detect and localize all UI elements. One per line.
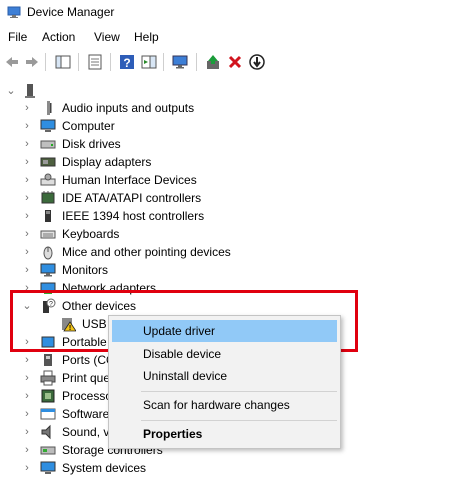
action-pane-icon[interactable] — [140, 53, 158, 71]
menu-item-update-driver[interactable]: Update driver — [112, 320, 337, 342]
tree-item[interactable]: › Computer — [0, 117, 453, 135]
network-adapter-icon — [40, 282, 56, 294]
show-hide-console-tree-icon[interactable] — [54, 53, 72, 71]
properties-sheet-icon[interactable] — [86, 53, 104, 71]
chevron-down-icon[interactable]: ⌄ — [22, 297, 32, 315]
uninstall-x-icon[interactable] — [226, 53, 244, 71]
printer-icon — [40, 370, 56, 386]
chevron-right-icon[interactable]: › — [22, 207, 32, 225]
chevron-right-icon[interactable]: › — [22, 153, 32, 171]
menu-bar: File Action View Help — [0, 28, 453, 48]
chevron-right-icon[interactable]: › — [22, 333, 32, 351]
chevron-right-icon[interactable]: › — [22, 441, 32, 459]
sound-icon — [41, 424, 51, 440]
port-icon — [44, 354, 52, 366]
menu-item-properties[interactable]: Properties — [112, 423, 337, 445]
warning-device-icon: ! — [62, 318, 76, 332]
mouse-icon — [43, 246, 53, 260]
tree-item[interactable]: › Display adapters — [0, 153, 453, 171]
computer-icon — [40, 119, 56, 132]
menu-action[interactable]: Action — [42, 30, 75, 44]
ieee1394-icon — [45, 210, 51, 222]
tree-item[interactable]: › Disk drives — [0, 135, 453, 153]
chevron-right-icon[interactable]: › — [22, 261, 32, 279]
chevron-right-icon[interactable]: › — [22, 225, 32, 243]
menu-separator — [141, 420, 337, 421]
title-bar: Device Manager — [0, 0, 453, 26]
svg-text:!: ! — [69, 325, 71, 332]
chevron-right-icon[interactable]: › — [22, 99, 32, 117]
chevron-right-icon[interactable]: › — [22, 135, 32, 153]
tree-item[interactable]: › IEEE 1394 host controllers — [0, 207, 453, 225]
menu-item-disable-device[interactable]: Disable device — [112, 343, 337, 365]
menu-help[interactable]: Help — [134, 30, 159, 44]
chevron-right-icon[interactable]: › — [22, 459, 32, 477]
ide-controller-icon — [41, 191, 55, 204]
speaker-icon — [47, 101, 52, 115]
unknown-device-icon: ? — [43, 298, 56, 313]
menu-item-uninstall-device[interactable]: Uninstall device — [112, 365, 337, 387]
chevron-right-icon[interactable]: › — [22, 369, 32, 387]
chevron-right-icon[interactable]: › — [22, 405, 32, 423]
chevron-right-icon[interactable]: › — [22, 279, 32, 297]
chevron-right-icon[interactable]: › — [22, 189, 32, 207]
svg-text:?: ? — [123, 56, 130, 70]
back-arrow-icon[interactable] — [3, 53, 21, 71]
chevron-right-icon[interactable]: › — [22, 117, 32, 135]
hid-icon — [40, 173, 56, 186]
disk-drive-icon — [40, 140, 56, 149]
keyboard-icon — [40, 230, 56, 239]
window-title: Device Manager — [27, 5, 115, 19]
chevron-right-icon[interactable]: › — [22, 351, 32, 369]
system-device-icon — [40, 461, 56, 474]
tree-item[interactable]: › Audio inputs and outputs — [0, 99, 453, 117]
menu-view[interactable]: View — [94, 30, 120, 44]
chevron-right-icon[interactable]: › — [22, 387, 32, 405]
chevron-right-icon[interactable]: › — [22, 243, 32, 261]
menu-separator — [141, 391, 337, 392]
menu-file[interactable]: File — [8, 30, 27, 44]
help-icon[interactable]: ? — [118, 53, 136, 71]
tree-item[interactable]: › IDE ATA/ATAPI controllers — [0, 189, 453, 207]
processor-icon — [41, 389, 55, 403]
chevron-right-icon[interactable]: › — [22, 171, 32, 189]
storage-controller-icon — [40, 446, 56, 455]
tree-item[interactable]: › Monitors — [0, 261, 453, 279]
menu-item-scan-hardware[interactable]: Scan for hardware changes — [112, 394, 337, 416]
display-adapter-icon — [40, 157, 56, 167]
tree-item[interactable]: › Mice and other pointing devices — [0, 243, 453, 261]
toolbar: ? — [0, 50, 453, 74]
svg-text:?: ? — [49, 301, 53, 308]
portable-device-icon — [41, 336, 55, 348]
tree-item-other-devices[interactable]: ⌄ ? Other devices — [0, 297, 453, 315]
tree-item[interactable]: › Human Interface Devices — [0, 171, 453, 189]
tree-root[interactable]: ⌄ — [0, 82, 453, 100]
enable-device-icon[interactable] — [248, 53, 266, 71]
tree-item[interactable]: › System devices — [0, 459, 453, 477]
context-menu: Update driver Disable device Uninstall d… — [108, 315, 341, 449]
forward-arrow-icon[interactable] — [23, 53, 41, 71]
device-manager-icon — [7, 6, 21, 18]
chevron-right-icon[interactable]: › — [22, 423, 32, 441]
monitor-icon — [40, 263, 56, 277]
scan-monitor-icon[interactable] — [171, 53, 189, 71]
computer-root-icon — [25, 84, 35, 98]
tree-item[interactable]: › Network adapters — [0, 279, 453, 297]
software-device-icon — [40, 408, 56, 420]
chevron-down-icon[interactable]: ⌄ — [6, 82, 16, 100]
tree-item[interactable]: › Keyboards — [0, 225, 453, 243]
update-driver-icon[interactable] — [204, 53, 222, 71]
